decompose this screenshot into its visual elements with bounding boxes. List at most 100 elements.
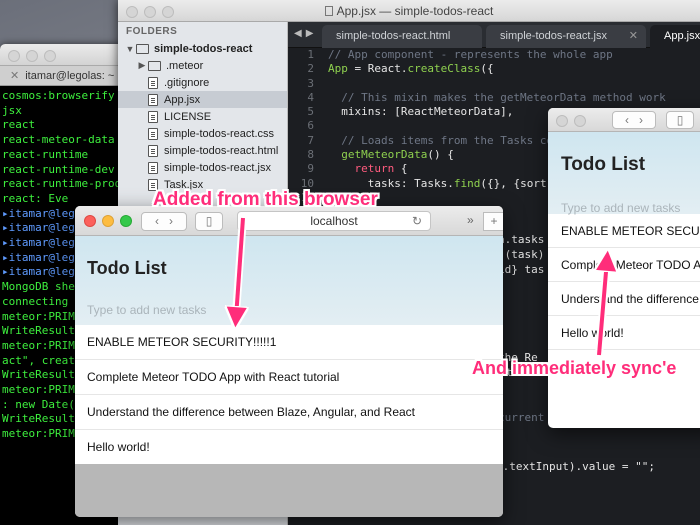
page-footer [75,464,503,517]
tree-item[interactable]: simple-todos-react.html [118,142,287,159]
sidebar-toggle-button[interactable]: ▯ [195,212,223,231]
annotation-synced: And immediately sync'e [472,358,677,378]
todo-header: Todo List Type to add new tasks [548,132,700,215]
line-number: 6 [307,119,314,133]
minimize-icon[interactable] [26,50,38,62]
line-number: 8 [307,148,314,162]
terminal-tab-title: itamar@legolas: ~ [25,70,115,82]
task-list: ENABLE METEOR SECURITY!!!!!1 Complete Met… [75,325,503,465]
close-icon[interactable] [84,215,96,227]
disclosure-open-icon[interactable]: ▼ [124,44,136,54]
folder-icon [136,43,149,54]
tree-item-label: simple-todos-react.html [164,144,279,157]
task-item[interactable]: Understand the difference [548,282,700,316]
close-tab-icon[interactable]: ✕ [629,29,638,42]
tab-label: simple-todos-react.jsx [500,30,607,42]
close-tab-icon[interactable]: ✕ [10,70,19,82]
code-line: 4 // This mixin makes the getMeteorData … [288,91,700,105]
tree-item[interactable]: App.jsx [118,91,287,108]
chevron-right-icon[interactable]: › [169,214,173,228]
code-text: // Loads items from the Tasks colle [341,133,574,147]
chevron-left-icon[interactable]: ‹ [625,113,629,127]
url-text: localhost [310,214,358,228]
line-number: 3 [307,76,314,90]
browser-toolbar: ‹ › ▯ [548,108,700,132]
address-bar[interactable]: localhost ↻ [237,211,431,231]
task-item[interactable]: Hello world! [75,430,503,465]
tree-item[interactable]: LICENSE [118,108,287,125]
code-fragment: a.tasks [498,233,545,246]
browser-window-right[interactable]: ‹ › ▯ Todo List Type to add new tasks EN… [548,108,700,428]
line-number: 2 [307,62,314,76]
tree-item-label: LICENSE [164,110,212,123]
task-item[interactable]: ENABLE METEOR SECURI [548,214,700,248]
reload-icon[interactable]: ↻ [412,212,422,230]
tree-item-label: .meteor [166,59,204,72]
tree-item-label: simple-todos-react.css [164,127,275,140]
document-icon [324,6,333,16]
task-item[interactable]: Complete Meteor TODO A [548,248,700,282]
new-tab-button[interactable]: + [483,212,503,231]
window-title-text: App.jsx — simple-todos-react [336,4,494,18]
page-title: Todo List [87,258,167,278]
sidebar-icon: ▯ [205,214,213,228]
code-text: getMeteorData() { [341,148,454,162]
file-icon [148,110,158,123]
task-item[interactable]: ENABLE METEOR SECURITY!!!!!1 [75,325,503,360]
file-tree: ▼ simple-todos-react ▶ .meteor .gitignore App… [118,40,287,193]
folder-icon [148,60,161,71]
tree-item[interactable]: simple-todos-react.css [118,125,287,142]
task-list: ENABLE METEOR SECURI Complete Meteor TODO… [548,214,700,350]
more-tabs-icon[interactable]: » [467,213,474,227]
minimize-icon[interactable] [574,115,586,127]
code-text: tasks: Tasks.find({}, {sort: {c [328,176,574,190]
tab-nav-arrows[interactable]: ◀▶ [294,28,317,39]
plus-icon: + [490,214,498,228]
disclosure-closed-icon[interactable]: ▶ [136,60,148,71]
code-text: // App component - represents the whole … [328,48,613,61]
chevron-right-icon[interactable]: › [639,113,643,127]
code-line: 2 App = React.createClass({ [288,62,700,76]
code-fragment: ((task) [498,248,545,261]
code-text: App = React.createClass({ [328,62,494,76]
tree-item[interactable]: ▶ .meteor [118,57,287,74]
page-title: Todo List [561,154,646,175]
window-title: App.jsx — simple-todos-react [118,4,700,18]
folders-heading: FOLDERS [126,26,178,37]
tree-item[interactable]: ▼ simple-todos-react [118,40,287,57]
tab-app-jsx[interactable]: App.jsx [650,25,700,48]
new-task-input[interactable]: Type to add new tasks [87,303,206,317]
zoom-icon[interactable] [120,215,132,227]
tree-item[interactable]: .gitignore [118,74,287,91]
code-fragment: id} tas [498,263,545,276]
tree-item-label: simple-todos-react.jsx [164,161,271,174]
close-icon[interactable] [8,50,20,62]
editor-titlebar: App.jsx — simple-todos-react [118,0,700,22]
editor-tab-bar: ◀▶ simple-todos-react.html simple-todos-… [288,22,700,48]
tab-label: App.jsx [664,30,700,42]
file-icon [148,127,158,140]
line-number: 4 [307,90,314,104]
todo-header: Todo List Type to add new tasks [75,236,503,325]
tab-simple-todos-react-jsx[interactable]: simple-todos-react.jsx ✕ [486,25,646,48]
close-icon[interactable] [556,115,568,127]
tree-item-label: simple-todos-react [154,42,253,55]
zoom-icon[interactable] [44,50,56,62]
chevron-left-icon[interactable]: ‹ [155,214,159,228]
code-text: // This mixin makes the getMeteorData me… [341,90,666,104]
back-forward-buttons[interactable]: ‹ › [141,212,187,231]
task-item[interactable]: Hello world! [548,316,700,350]
new-task-input[interactable]: Type to add new tasks [561,201,680,215]
sidebar-toggle-button[interactable]: ▯ [666,111,694,129]
task-item[interactable]: Complete Meteor TODO App with React tuto… [75,360,503,395]
minimize-icon[interactable] [102,215,114,227]
code-text: return { [354,162,408,176]
tab-simple-todos-react-html[interactable]: simple-todos-react.html [322,25,482,48]
browser-window-main[interactable]: ‹ › ▯ localhost ↻ » + Todo List Type to … [75,206,503,517]
tree-item-label: .gitignore [164,76,210,89]
file-icon [148,144,158,157]
tree-item[interactable]: simple-todos-react.jsx [118,159,287,176]
task-item[interactable]: Understand the difference between Blaze,… [75,395,503,430]
back-forward-buttons[interactable]: ‹ › [612,111,656,129]
line-number: 1 [307,48,314,61]
